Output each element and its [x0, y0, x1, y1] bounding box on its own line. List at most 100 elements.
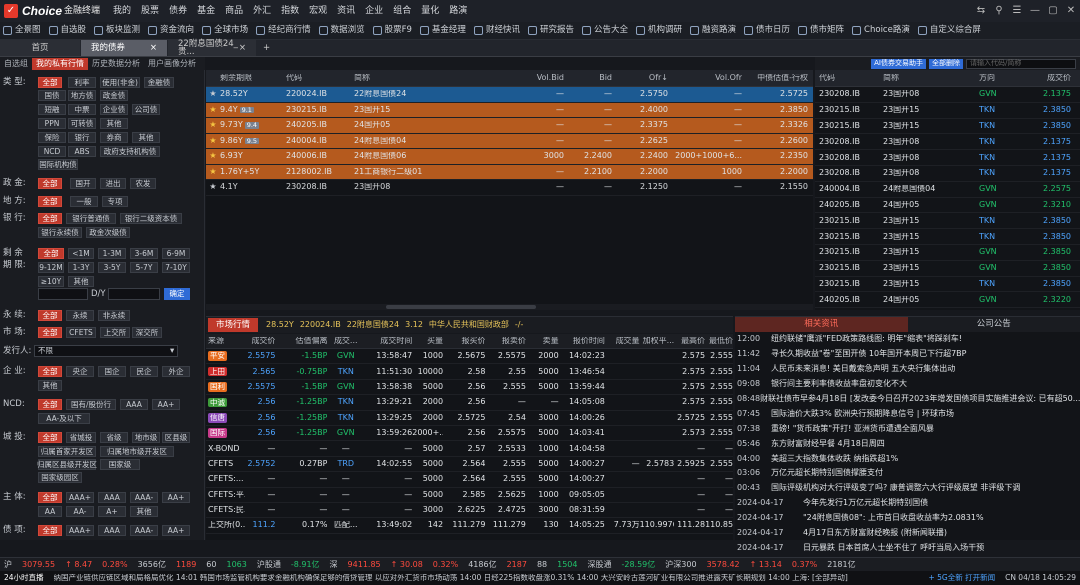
star-icon[interactable]: ★: [206, 90, 220, 98]
col-ofr[interactable]: Ofr↓: [612, 74, 668, 82]
toolbar-item[interactable]: 基金经理: [419, 26, 466, 35]
news-item[interactable]: 12:00 纽约联储"鹰派"FED政策路线图: 明年"缩表"将踩刹车!: [737, 332, 1080, 347]
filter-chip[interactable]: 其他: [100, 118, 128, 129]
subtab-history-analysis[interactable]: 历史数据分析: [88, 58, 144, 70]
chevron-down-icon[interactable]: ▾: [170, 347, 174, 356]
news-title[interactable]: 重磅! "货币政策"开打! 亚洲货币遭遇全面风暴: [771, 424, 934, 433]
mq-row[interactable]: CFETS:... — — — — 5000 2.564 2.555 5000 14:00:27 —…: [206, 472, 733, 488]
col-code[interactable]: 代码: [286, 74, 354, 82]
mq-row[interactable]: X-BOND — — — — 5000 2.57 2.5533 1000 14:04:58 — —: [206, 441, 733, 457]
mq-col-header[interactable]: 买量: [412, 337, 443, 345]
news-item[interactable]: 07:45 国际油价大跌3% 欧洲央行预期降息信号 | 环球市场: [737, 406, 1080, 421]
term-from-input[interactable]: [38, 288, 88, 300]
toolbar-item[interactable]: 全景图: [3, 26, 41, 35]
tl-col-code[interactable]: 代码: [815, 74, 883, 82]
term-to-input[interactable]: [108, 288, 160, 300]
filter-chip[interactable]: 国开: [70, 178, 96, 189]
tab-bond-detail[interactable]: 22附息国债24_贵... ×: [168, 39, 256, 56]
menu-item[interactable]: 量化: [416, 0, 444, 22]
filter-chip[interactable]: 其他: [132, 132, 160, 143]
filter-chip[interactable]: 地市级: [132, 432, 160, 443]
confirm-button[interactable]: 确定: [164, 288, 190, 300]
filter-chip[interactable]: AAA+: [66, 525, 94, 536]
toolbar-item[interactable]: 财经快讯: [473, 26, 520, 35]
toolbar-item[interactable]: 资金流向: [148, 26, 194, 35]
toolbar-item[interactable]: 债市矩阵: [798, 26, 844, 35]
mq-col-header[interactable]: 估值偏离: [275, 337, 327, 345]
news-item[interactable]: 03:06 万亿元超长期特别国债撑腰支付: [737, 466, 1080, 481]
news-item[interactable]: 2024-04-17 今年先发行1万亿元超长期特别国债: [737, 496, 1080, 511]
filter-chip[interactable]: 其他: [38, 380, 62, 391]
col-vol-ofr[interactable]: Vol.Ofr: [668, 74, 742, 82]
filter-chip[interactable]: 政金债: [100, 90, 128, 101]
filter-chip[interactable]: 全部: [38, 327, 62, 338]
trade-row[interactable]: 240004.IB 24附息国债04 GVN 2.2575: [815, 182, 1080, 198]
star-icon[interactable]: ★: [206, 106, 220, 114]
mq-col-header[interactable]: 报卖价: [485, 337, 526, 345]
news-title[interactable]: 国际油价大跌3% 欧洲央行预期降息信号 | 环球市场: [771, 409, 954, 418]
filter-chip[interactable]: 地方债: [68, 90, 96, 101]
mq-col-header[interactable]: 报买价: [443, 337, 485, 345]
star-icon[interactable]: ★: [206, 183, 220, 191]
menu-item[interactable]: 商品: [220, 0, 248, 22]
filter-chip[interactable]: 农发: [130, 178, 156, 189]
toolbar-item[interactable]: 自选股: [48, 26, 86, 35]
filter-chip[interactable]: 3-5Y: [98, 262, 126, 273]
toolbar-item[interactable]: 板块监测: [94, 26, 140, 35]
filter-chip[interactable]: AAA: [98, 492, 126, 503]
filter-chip[interactable]: 一般: [70, 196, 98, 207]
live-label[interactable]: 24小时直播: [4, 574, 44, 582]
col-bid[interactable]: Bid: [564, 74, 612, 82]
menu-item[interactable]: 组合: [388, 0, 416, 22]
news-item[interactable]: 11:42 寻长久期收益"卷"至国开债 10年国开本周已下行超7BP: [737, 347, 1080, 362]
star-icon[interactable]: ★: [206, 121, 220, 129]
live-ticker[interactable]: 纳国产业链供应链区域和局格局优化 14:01 韩国市场监管机构要求金融机构确保足…: [54, 574, 919, 582]
trade-row[interactable]: 230215.IB 23国开15 GVN 2.3850: [815, 261, 1080, 277]
star-icon[interactable]: ★: [206, 168, 220, 176]
trade-row[interactable]: 230208.IB 23国开08 TKN 2.1375: [815, 150, 1080, 166]
filter-chip[interactable]: 政金次级债: [86, 227, 130, 238]
menu-item[interactable]: 指数: [276, 0, 304, 22]
filter-chip[interactable]: AAA: [98, 525, 126, 536]
ai-assistant-button[interactable]: AI债券交易助手: [871, 58, 926, 69]
menu-item[interactable]: 企业: [360, 0, 388, 22]
news-item[interactable]: 2024-04-17 日元暴跌 日本首席人士坐不住了 呼吁当局入场干预: [737, 540, 1080, 555]
subtab-watchlist[interactable]: 自选组: [0, 58, 32, 70]
issuer-select[interactable]: 不限: [34, 345, 178, 357]
trade-search-input[interactable]: 请输入代码/简称: [966, 58, 1076, 69]
news-title[interactable]: 万亿元超长期特别国债撑腰支付: [771, 469, 883, 477]
tab-my-bonds[interactable]: 我的债券 ×: [81, 40, 167, 56]
subtab-user-profile[interactable]: 用户画像分析: [144, 58, 200, 70]
filter-chip[interactable]: AA+: [162, 525, 190, 536]
news-item[interactable]: 08:48 财联社债市早参4月18日 [发改委今日召开2023年增发国债项目实施推…: [737, 392, 1080, 407]
filter-chip[interactable]: 可转债: [68, 118, 96, 129]
mq-col-header[interactable]: 成交量: [605, 337, 640, 345]
filter-chip[interactable]: 非永续: [98, 310, 130, 321]
menu-item[interactable]: 基金: [192, 0, 220, 22]
maximize-icon[interactable]: ▢: [1044, 6, 1062, 16]
news-item[interactable]: 00:43 国际评级机构对大行评级变了吗? 康普调整六大行评级展望 非评级下调: [737, 481, 1080, 496]
filter-chip[interactable]: AAA+: [66, 492, 94, 503]
menu-item[interactable]: 资讯: [332, 0, 360, 22]
mq-col-header[interactable]: 成交...: [327, 337, 364, 345]
filter-chip[interactable]: 全部: [38, 310, 62, 321]
filter-chip[interactable]: 国债: [38, 90, 66, 101]
news-title[interactable]: 今年先发行1万亿元超长期特别国债: [803, 499, 928, 507]
filter-chip[interactable]: 1-3Y: [68, 262, 94, 273]
filter-chip[interactable]: 企业债: [100, 104, 128, 115]
trade-row[interactable]: 240205.IB 24国开05 GVN 2.3210: [815, 198, 1080, 214]
filter-chip[interactable]: 银行永续债: [38, 227, 82, 238]
toolbar-item[interactable]: 公告大全: [581, 26, 628, 35]
trade-row[interactable]: 230215.IB 23国开15 TKN 2.3850: [815, 229, 1080, 245]
trade-row[interactable]: 240205.IB 24国开05 GVN 2.3220: [815, 292, 1080, 309]
switch-icon[interactable]: ⇆: [972, 6, 990, 16]
tl-col-name[interactable]: 简称: [883, 74, 979, 82]
toolbar-item[interactable]: 自定义综合屏: [917, 26, 981, 35]
menu-item[interactable]: 债券: [164, 0, 192, 22]
bond-table-scrollbar[interactable]: [206, 304, 813, 310]
filter-chip[interactable]: AAA-: [130, 525, 158, 536]
filter-chip[interactable]: 全部: [38, 492, 62, 503]
news-item[interactable]: 11:04 人民币未来消息! 美日戴索急声明 五大央行集体出动: [737, 362, 1080, 377]
col-vol-bid[interactable]: Vol.Bid: [472, 74, 564, 82]
filter-chip[interactable]: 全部: [38, 525, 62, 536]
